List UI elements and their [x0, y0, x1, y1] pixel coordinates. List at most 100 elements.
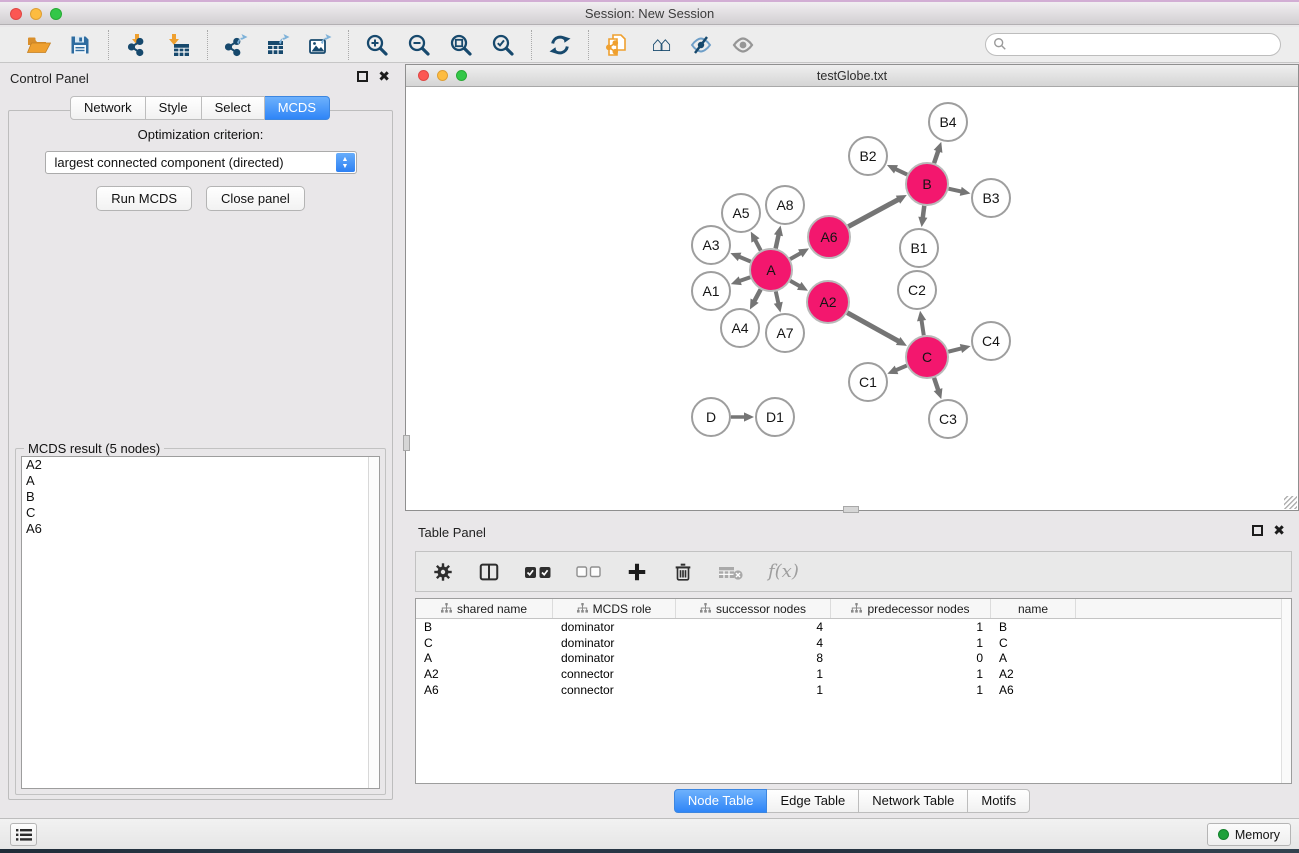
- edge-A-A8[interactable]: [776, 233, 779, 248]
- column-header-name[interactable]: name: [991, 599, 1076, 618]
- deselect-all-checkboxes-icon[interactable]: [576, 564, 602, 580]
- table-cell[interactable]: B: [991, 620, 1076, 634]
- run-mcds-button[interactable]: Run MCDS: [96, 186, 192, 211]
- table-cell[interactable]: 4: [676, 636, 831, 650]
- table-cell[interactable]: dominator: [553, 620, 676, 634]
- import-table-button[interactable]: [165, 31, 193, 59]
- table-cell[interactable]: C: [991, 636, 1076, 650]
- table-row[interactable]: A6connector11A6: [416, 682, 1291, 698]
- edge-A-A6[interactable]: [790, 252, 802, 259]
- table-scrollbar[interactable]: [1281, 599, 1291, 783]
- memory-button[interactable]: Memory: [1207, 823, 1291, 846]
- mcds-result-item[interactable]: A: [22, 473, 379, 489]
- float-panel-icon[interactable]: [357, 71, 368, 82]
- edge-B-B3[interactable]: [948, 189, 962, 192]
- table-cell[interactable]: A: [991, 651, 1076, 665]
- hide-labels-eye-slash-button[interactable]: [687, 31, 715, 59]
- refresh-layout-button[interactable]: [546, 31, 574, 59]
- mcds-result-item[interactable]: A6: [22, 521, 379, 537]
- table-cell[interactable]: 1: [831, 620, 991, 634]
- column-header-successor-nodes[interactable]: successor nodes: [676, 599, 831, 618]
- table-row[interactable]: Cdominator41C: [416, 635, 1291, 651]
- save-session-button[interactable]: [66, 31, 94, 59]
- column-header-MCDS-role[interactable]: MCDS role: [553, 599, 676, 618]
- mcds-result-list[interactable]: A2ABCA6: [21, 456, 380, 789]
- edge-C-C2[interactable]: [921, 319, 923, 336]
- import-network-button[interactable]: [123, 31, 151, 59]
- network-window-titlebar[interactable]: testGlobe.txt: [406, 65, 1298, 87]
- float-table-panel-icon[interactable]: [1252, 525, 1263, 536]
- left-edge-handle[interactable]: [403, 435, 410, 451]
- table-cell[interactable]: 1: [676, 667, 831, 681]
- edge-B-B4[interactable]: [934, 149, 939, 163]
- mcds-result-item[interactable]: B: [22, 489, 379, 505]
- export-table-button[interactable]: [264, 31, 292, 59]
- network-graph-svg[interactable]: AA1A2A3A4A5A6A7A8BB1B2B3B4CC1C2C3C4DD1: [406, 87, 1298, 510]
- edge-B-B1[interactable]: [923, 206, 925, 219]
- edge-A2-C[interactable]: [847, 313, 900, 342]
- table-cell[interactable]: dominator: [553, 636, 676, 650]
- table-cell[interactable]: 0: [831, 651, 991, 665]
- columns-icon[interactable]: [478, 560, 500, 584]
- edge-A-A7[interactable]: [776, 291, 779, 304]
- show-hide-panels-button[interactable]: ⌂⌂: [645, 31, 673, 59]
- table-cell[interactable]: C: [416, 636, 553, 650]
- export-network-button[interactable]: [222, 31, 250, 59]
- open-session-button[interactable]: [24, 31, 52, 59]
- task-history-button[interactable]: [10, 823, 37, 846]
- add-column-icon[interactable]: [626, 560, 648, 584]
- column-header-predecessor-nodes[interactable]: predecessor nodes: [831, 599, 991, 618]
- export-image-button[interactable]: [306, 31, 334, 59]
- close-table-panel-icon[interactable]: ✖: [1273, 525, 1285, 536]
- network-canvas[interactable]: AA1A2A3A4A5A6A7A8BB1B2B3B4CC1C2C3C4DD1: [406, 87, 1298, 510]
- tab-edge-table[interactable]: Edge Table: [767, 789, 859, 813]
- edge-A-A3[interactable]: [738, 256, 751, 261]
- table-cell[interactable]: 8: [676, 651, 831, 665]
- column-header-shared-name[interactable]: shared name: [416, 599, 553, 618]
- tab-network[interactable]: Network: [70, 96, 146, 120]
- table-cell[interactable]: A: [416, 651, 553, 665]
- close-panel-icon[interactable]: ✖: [378, 71, 390, 82]
- mcds-result-item[interactable]: C: [22, 505, 379, 521]
- table-row[interactable]: Bdominator41B: [416, 619, 1291, 635]
- edge-A6-B[interactable]: [848, 199, 899, 227]
- tab-mcds[interactable]: MCDS: [265, 96, 330, 120]
- tab-select[interactable]: Select: [202, 96, 265, 120]
- tab-node-table[interactable]: Node Table: [674, 789, 768, 813]
- table-cell[interactable]: A6: [991, 683, 1076, 697]
- resize-grip-icon[interactable]: [1284, 496, 1297, 509]
- table-cell[interactable]: B: [416, 620, 553, 634]
- zoom-in-button[interactable]: [363, 31, 391, 59]
- zoom-selected-button[interactable]: [489, 31, 517, 59]
- table-cell[interactable]: 1: [831, 667, 991, 681]
- search-input[interactable]: [985, 33, 1281, 56]
- table-cell[interactable]: A2: [416, 667, 553, 681]
- tab-motifs[interactable]: Motifs: [968, 789, 1030, 813]
- edge-C-C3[interactable]: [934, 378, 939, 392]
- zoom-out-button[interactable]: [405, 31, 433, 59]
- table-cell[interactable]: 1: [831, 683, 991, 697]
- table-cell[interactable]: 1: [831, 636, 991, 650]
- table-cell[interactable]: A6: [416, 683, 553, 697]
- table-cell[interactable]: dominator: [553, 651, 676, 665]
- bottom-edge-handle[interactable]: [843, 506, 859, 513]
- table-cell[interactable]: connector: [553, 667, 676, 681]
- table-row[interactable]: A2connector11A2: [416, 666, 1291, 682]
- result-list-scrollbar[interactable]: [368, 457, 379, 788]
- edge-A-A4[interactable]: [754, 289, 761, 302]
- table-row[interactable]: Adominator80A: [416, 650, 1291, 666]
- mcds-result-item[interactable]: A2: [22, 457, 379, 473]
- tab-style[interactable]: Style: [146, 96, 202, 120]
- edge-C-C4[interactable]: [948, 348, 963, 352]
- table-cell[interactable]: A2: [991, 667, 1076, 681]
- new-network-from-selection-button[interactable]: [603, 31, 631, 59]
- tab-network-table[interactable]: Network Table: [859, 789, 968, 813]
- table-cell[interactable]: 4: [676, 620, 831, 634]
- table-cell[interactable]: connector: [553, 683, 676, 697]
- table-cell[interactable]: 1: [676, 683, 831, 697]
- select-all-checkboxes-icon[interactable]: [524, 563, 552, 581]
- show-graphics-eye-button[interactable]: [729, 31, 757, 59]
- delete-column-icon[interactable]: [672, 560, 694, 584]
- zoom-fit-button[interactable]: [447, 31, 475, 59]
- gear-icon[interactable]: [432, 560, 454, 584]
